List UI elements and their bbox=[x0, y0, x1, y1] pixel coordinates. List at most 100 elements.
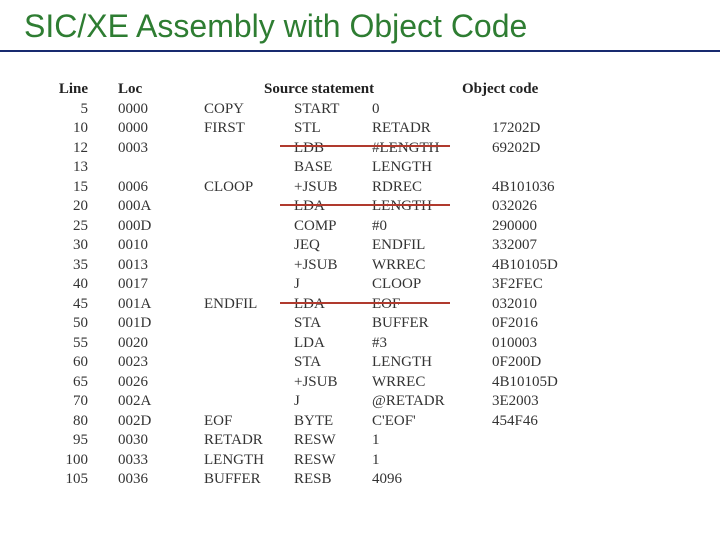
cell-object: 3F2FEC bbox=[492, 276, 612, 293]
title-underline bbox=[0, 50, 720, 52]
col-header-loc: Loc bbox=[118, 81, 204, 98]
cell-opcode: STA bbox=[294, 315, 372, 332]
cell-opcode: RESB bbox=[294, 471, 372, 488]
cell-object: 0F200D bbox=[492, 354, 612, 371]
cell-line: 5 bbox=[36, 101, 118, 118]
cell-label: RETADR bbox=[204, 432, 294, 449]
cell-line: 50 bbox=[36, 315, 118, 332]
cell-operand: WRREC bbox=[372, 257, 492, 274]
cell-label: EOF bbox=[204, 413, 294, 430]
cell-object: 4B10105D bbox=[492, 374, 612, 391]
cell-operand: 1 bbox=[372, 432, 492, 449]
cell-opcode: RESW bbox=[294, 452, 372, 469]
cell-object: 010003 bbox=[492, 335, 612, 352]
cell-loc: 0000 bbox=[118, 120, 204, 137]
cell-label: FIRST bbox=[204, 120, 294, 137]
cell-opcode: LDA bbox=[294, 296, 372, 313]
cell-loc: 0023 bbox=[118, 354, 204, 371]
cell-loc: 000D bbox=[118, 218, 204, 235]
table-body: 50000COPYSTART0100000FIRSTSTLRETADR17202… bbox=[36, 100, 612, 490]
cell-operand: WRREC bbox=[372, 374, 492, 391]
cell-opcode: BYTE bbox=[294, 413, 372, 430]
cell-object: 17202D bbox=[492, 120, 612, 137]
col-header-object: Object code bbox=[462, 81, 582, 98]
cell-opcode: STL bbox=[294, 120, 372, 137]
cell-operand: ENDFIL bbox=[372, 237, 492, 254]
cell-operand: LENGTH bbox=[372, 159, 492, 176]
table-row: 950030RETADRRESW1 bbox=[36, 431, 612, 451]
cell-loc: 002A bbox=[118, 393, 204, 410]
cell-opcode: LDA bbox=[294, 335, 372, 352]
table-row: 350013+JSUBWRREC4B10105D bbox=[36, 256, 612, 276]
cell-loc: 0000 bbox=[118, 101, 204, 118]
cell-loc: 0003 bbox=[118, 140, 204, 157]
cell-line: 60 bbox=[36, 354, 118, 371]
cell-loc: 0026 bbox=[118, 374, 204, 391]
cell-opcode: +JSUB bbox=[294, 179, 372, 196]
table-row: 150006CLOOP+JSUBRDREC4B101036 bbox=[36, 178, 612, 198]
cell-loc: 0017 bbox=[118, 276, 204, 293]
table-row: 120003LDB#LENGTH69202D bbox=[36, 139, 612, 159]
table-row: 550020LDA#3010003 bbox=[36, 334, 612, 354]
cell-loc: 000A bbox=[118, 198, 204, 215]
cell-line: 13 bbox=[36, 159, 118, 176]
emphasis-underline bbox=[280, 145, 450, 147]
cell-operand: RETADR bbox=[372, 120, 492, 137]
cell-line: 15 bbox=[36, 179, 118, 196]
cell-operand: 4096 bbox=[372, 471, 492, 488]
cell-opcode: JEQ bbox=[294, 237, 372, 254]
cell-object: 032010 bbox=[492, 296, 612, 313]
cell-line: 12 bbox=[36, 140, 118, 157]
cell-line: 25 bbox=[36, 218, 118, 235]
emphasis-underline bbox=[280, 204, 450, 206]
cell-label: BUFFER bbox=[204, 471, 294, 488]
cell-loc: 001D bbox=[118, 315, 204, 332]
cell-line: 95 bbox=[36, 432, 118, 449]
cell-label: LENGTH bbox=[204, 452, 294, 469]
cell-operand: #0 bbox=[372, 218, 492, 235]
cell-opcode: BASE bbox=[294, 159, 372, 176]
table-row: 80002DEOFBYTEC'EOF'454F46 bbox=[36, 412, 612, 432]
table-row: 70002AJ@RETADR3E2003 bbox=[36, 392, 612, 412]
table-row: 1000033LENGTHRESW1 bbox=[36, 451, 612, 471]
cell-opcode: +JSUB bbox=[294, 374, 372, 391]
col-header-source-text: Source statement bbox=[264, 81, 462, 98]
cell-opcode: LDB bbox=[294, 140, 372, 157]
cell-line: 30 bbox=[36, 237, 118, 254]
table-row: 100000FIRSTSTLRETADR17202D bbox=[36, 119, 612, 139]
cell-line: 35 bbox=[36, 257, 118, 274]
cell-line: 65 bbox=[36, 374, 118, 391]
cell-line: 20 bbox=[36, 198, 118, 215]
cell-loc: 0033 bbox=[118, 452, 204, 469]
cell-loc: 0010 bbox=[118, 237, 204, 254]
assembly-table: Line Loc Source statement Object code 50… bbox=[36, 80, 612, 490]
cell-operand: BUFFER bbox=[372, 315, 492, 332]
cell-line: 70 bbox=[36, 393, 118, 410]
cell-line: 45 bbox=[36, 296, 118, 313]
cell-object: 4B10105D bbox=[492, 257, 612, 274]
cell-operand: #LENGTH bbox=[372, 140, 492, 157]
cell-opcode: COMP bbox=[294, 218, 372, 235]
table-row: 25000D COMP#0290000 bbox=[36, 217, 612, 237]
cell-object: 0F2016 bbox=[492, 315, 612, 332]
cell-loc: 0013 bbox=[118, 257, 204, 274]
cell-loc: 0036 bbox=[118, 471, 204, 488]
emphasis-underline bbox=[280, 302, 450, 304]
cell-operand: 1 bbox=[372, 452, 492, 469]
page-title: SIC/XE Assembly with Object Code bbox=[24, 8, 527, 45]
cell-object: 032026 bbox=[492, 198, 612, 215]
cell-line: 100 bbox=[36, 452, 118, 469]
cell-opcode: STA bbox=[294, 354, 372, 371]
cell-loc: 0030 bbox=[118, 432, 204, 449]
cell-operand: LENGTH bbox=[372, 198, 492, 215]
cell-operand: RDREC bbox=[372, 179, 492, 196]
cell-operand: @RETADR bbox=[372, 393, 492, 410]
table-row: 1050036BUFFERRESB4096 bbox=[36, 470, 612, 490]
table-row: 13 BASELENGTH bbox=[36, 158, 612, 178]
table-row: 600023STALENGTH0F200D bbox=[36, 353, 612, 373]
cell-label: CLOOP bbox=[204, 179, 294, 196]
cell-object: 290000 bbox=[492, 218, 612, 235]
cell-object: 454F46 bbox=[492, 413, 612, 430]
cell-operand: C'EOF' bbox=[372, 413, 492, 430]
table-row: 400017JCLOOP3F2FEC bbox=[36, 275, 612, 295]
